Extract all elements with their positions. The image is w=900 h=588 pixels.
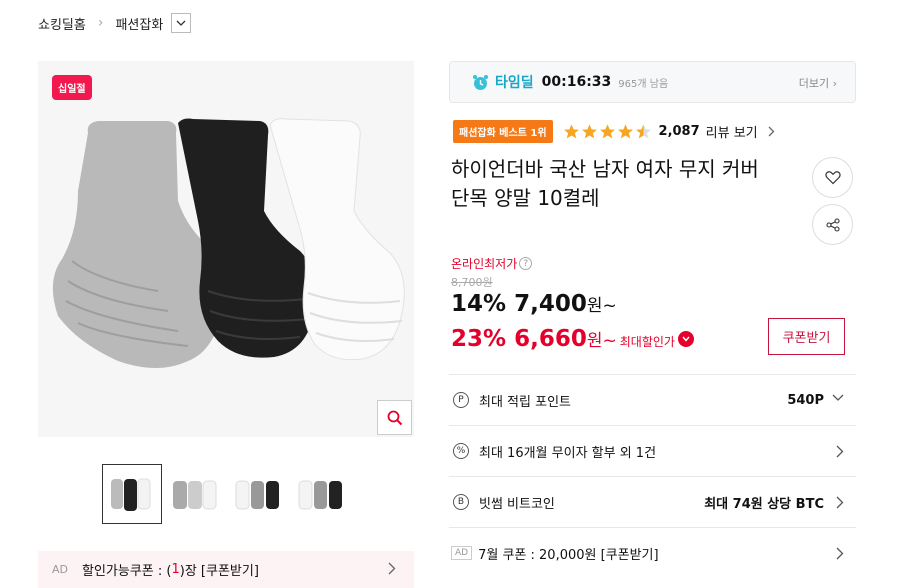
- alarm-clock-icon: [473, 74, 488, 90]
- timedeal-label: 타임딜: [495, 75, 534, 91]
- share-icon: [825, 217, 840, 232]
- bitcoin-icon: B: [453, 494, 469, 510]
- ad-coupon-label-prefix: 할인가능쿠폰 : (: [82, 564, 172, 579]
- max-discount-price: 6,660: [514, 326, 587, 352]
- review-link[interactable]: 리뷰 보기: [706, 122, 758, 141]
- percent-icon: %: [453, 443, 469, 459]
- breadcrumb-home[interactable]: 쇼킹딜홈: [38, 14, 86, 33]
- thumbnail-socks-image: [298, 480, 342, 510]
- thumbnail-4[interactable]: [291, 464, 351, 524]
- heart-icon: [824, 171, 841, 185]
- breadcrumb: 쇼킹딜홈 › 패션잡화: [38, 12, 192, 34]
- benefit-row-points[interactable]: P 최대 적립 포인트 540P: [449, 374, 856, 425]
- star-icon: [563, 123, 579, 138]
- product-main-image[interactable]: 십일절: [38, 61, 414, 437]
- socks-photo: [52, 118, 405, 368]
- benefit-label: 최대 적립 포인트: [479, 394, 571, 410]
- more-label: 더보기: [798, 77, 830, 90]
- thumbnail-2[interactable]: [165, 464, 225, 524]
- max-discount-label: 최대할인가: [619, 335, 675, 349]
- product-title-line-1: 하이언더바 국산 남자 여자 무지 커버: [451, 157, 759, 181]
- magnifier-icon: [387, 410, 402, 425]
- category-dropdown-button[interactable]: [171, 13, 192, 33]
- ad-coupon-bar[interactable]: AD 할인가능쿠폰 : (1)장 [쿠폰받기]: [38, 551, 414, 588]
- chevron-right-icon: [768, 126, 775, 136]
- chevron-down-icon[interactable]: [677, 331, 694, 347]
- thumbnail-socks-image: [111, 478, 151, 511]
- won-unit: 원~: [586, 296, 617, 316]
- chevron-right-icon: [836, 496, 844, 509]
- sale-price: 7,400: [514, 291, 587, 317]
- benefit-label: 최대 16개월 무이자 할부 외 1건: [479, 445, 657, 461]
- lowest-price-label: 온라인최저가: [451, 257, 518, 271]
- benefit-value: 최대 74원 상당 BTC: [704, 496, 824, 512]
- chevron-right-icon: [836, 445, 844, 458]
- benefit-label: 7월 쿠폰 : 20,000원 [쿠폰받기]: [478, 547, 659, 563]
- sale-price-row: 14% 7,400원~: [451, 291, 617, 317]
- half-star-icon: [635, 123, 651, 138]
- review-count[interactable]: 2,087: [659, 124, 700, 139]
- timedeal-bar: 타임딜 00:16:33 965개 남음 더보기 ›: [449, 61, 856, 103]
- product-title: 하이언더바 국산 남자 여자 무지 커버단목 양말 10켤레: [451, 155, 796, 213]
- zoom-button[interactable]: [377, 400, 412, 435]
- breadcrumb-category[interactable]: 패션잡화: [115, 14, 163, 33]
- benefit-row-bitcoin[interactable]: B 빗썸 비트코인 최대 74원 상당 BTC: [449, 476, 856, 527]
- share-button[interactable]: [812, 204, 853, 245]
- chevron-right-icon: [388, 562, 396, 575]
- star-rating: [563, 123, 652, 140]
- chevron-right-icon: [836, 547, 844, 560]
- thumbnail-socks-image: [173, 480, 217, 510]
- original-price: 8,700원: [451, 276, 493, 289]
- get-coupon-button[interactable]: 쿠폰받기: [768, 318, 845, 355]
- ad-tag: AD: [451, 546, 473, 560]
- max-discount-price-row: 23% 6,660 원~ 최대할인가: [451, 326, 694, 352]
- ad-coupon-count: 1: [171, 562, 180, 577]
- benefit-row-coupon[interactable]: AD 7월 쿠폰 : 20,000원 [쿠폰받기]: [449, 527, 856, 578]
- benefit-value: 540P: [787, 392, 824, 408]
- best-badge: 패션잡화 베스트 1위: [453, 119, 553, 143]
- star-icon: [617, 123, 633, 138]
- wishlist-button[interactable]: [812, 157, 853, 198]
- benefit-row-installment[interactable]: % 최대 16개월 무이자 할부 외 1건: [449, 425, 856, 476]
- discount-rate: 14%: [451, 291, 507, 317]
- lowest-price-label-row: 온라인최저가 ?: [451, 255, 533, 272]
- benefit-label: 빗썸 비트코인: [479, 496, 555, 512]
- star-icon: [581, 123, 597, 138]
- max-discount-rate: 23%: [451, 326, 507, 352]
- rating-row: 패션잡화 베스트 1위 2,087 리뷰 보기: [453, 119, 775, 143]
- star-icon: [599, 123, 615, 138]
- timedeal-timer: 00:16:33: [541, 74, 612, 90]
- help-icon[interactable]: ?: [519, 257, 533, 270]
- thumbnail-socks-image: [235, 480, 279, 510]
- thumbnail-3[interactable]: [228, 464, 288, 524]
- chevron-down-icon: [832, 394, 844, 401]
- ad-coupon-label-suffix: )장 [쿠폰받기]: [179, 564, 259, 579]
- point-icon: P: [453, 392, 469, 408]
- chevron-right-icon: ›: [97, 15, 104, 31]
- event-badge: 십일절: [52, 75, 92, 100]
- won-unit: 원~: [586, 331, 617, 351]
- product-title-line-2: 단목 양말 10켤레: [451, 186, 600, 210]
- timedeal-remaining: 965개 남음: [618, 78, 669, 90]
- thumbnail-1[interactable]: [102, 464, 162, 524]
- ad-tag: AD: [52, 563, 68, 576]
- thumbnail-strip: [102, 464, 351, 524]
- chevron-down-icon: [176, 20, 186, 26]
- timedeal-more-link[interactable]: 더보기 ›: [799, 75, 837, 91]
